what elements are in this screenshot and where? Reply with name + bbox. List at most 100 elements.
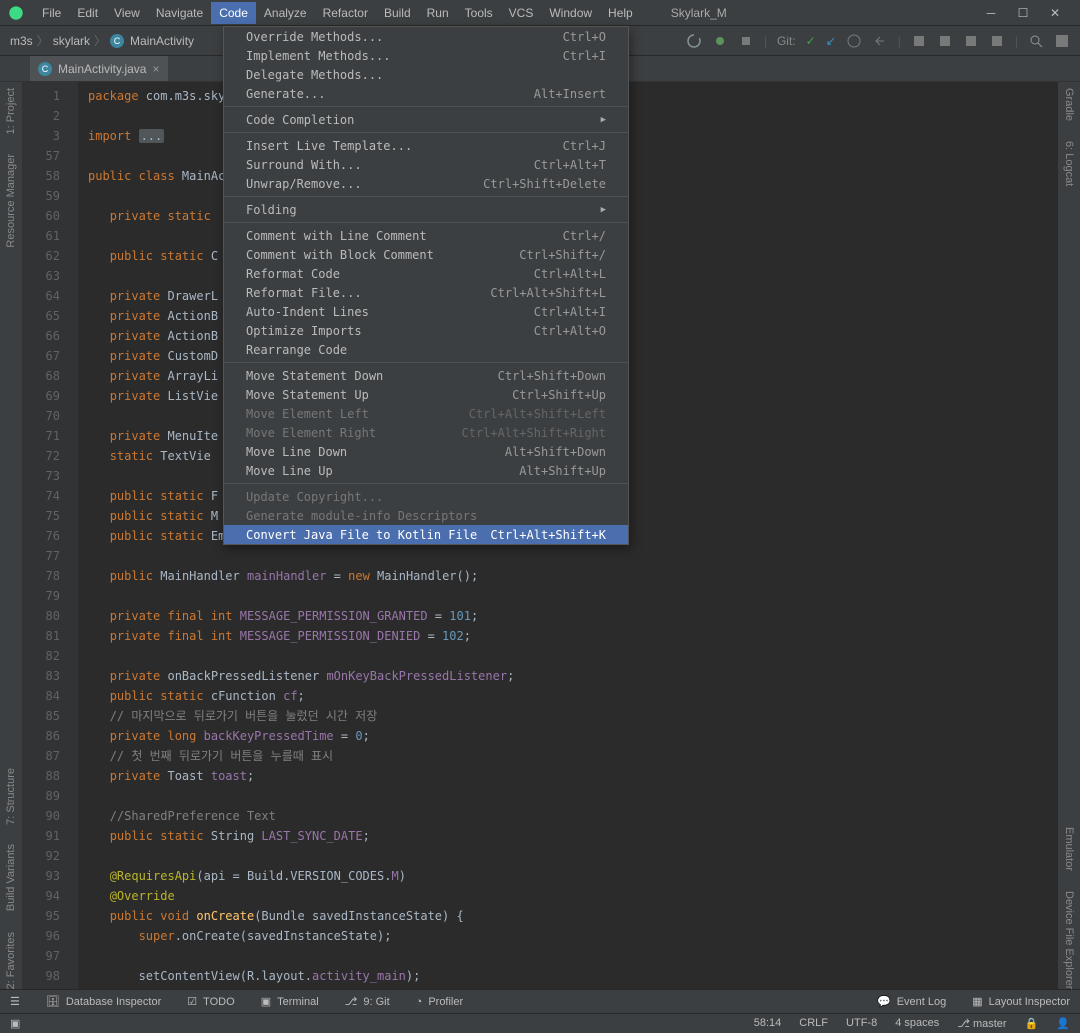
- gutter-line: 67: [22, 346, 60, 366]
- menu-view[interactable]: View: [106, 2, 148, 24]
- profiler-button[interactable]: ◔ Profiler: [416, 996, 464, 1008]
- menu-refactor[interactable]: Refactor: [315, 2, 376, 24]
- maximize-button[interactable]: ☐: [1016, 6, 1030, 20]
- menu-item-move-line-down[interactable]: Move Line DownAlt+Shift+Down: [224, 442, 628, 461]
- menu-help[interactable]: Help: [600, 2, 641, 24]
- event-log-button[interactable]: 💬 Event Log: [877, 995, 946, 1008]
- menu-item-comment-with-line-comment[interactable]: Comment with Line CommentCtrl+/: [224, 226, 628, 245]
- inspection-icon[interactable]: 👤: [1056, 1017, 1070, 1030]
- menu-item-update-copyright: Update Copyright...: [224, 487, 628, 506]
- user-icon[interactable]: [1054, 33, 1070, 49]
- bug-icon[interactable]: [712, 33, 728, 49]
- breadcrumb-class[interactable]: MainActivity: [130, 34, 194, 48]
- left-tool-strip: 1: Project Resource Manager 7: Structure…: [0, 82, 22, 989]
- git-branch[interactable]: ⎇ master: [957, 1017, 1006, 1030]
- menu-item-folding[interactable]: Folding▶: [224, 200, 628, 219]
- menu-build[interactable]: Build: [376, 2, 419, 24]
- gutter-line: 91: [22, 826, 60, 846]
- history-icon[interactable]: [846, 33, 862, 49]
- menu-item-auto-indent-lines[interactable]: Auto-Indent LinesCtrl+Alt+I: [224, 302, 628, 321]
- menu-item-move-statement-up[interactable]: Move Statement UpCtrl+Shift+Up: [224, 385, 628, 404]
- breadcrumb-root[interactable]: m3s: [10, 34, 33, 48]
- menu-item-optimize-imports[interactable]: Optimize ImportsCtrl+Alt+O: [224, 321, 628, 340]
- menu-item-move-line-up[interactable]: Move Line UpAlt+Shift+Up: [224, 461, 628, 480]
- menu-file[interactable]: File: [34, 2, 69, 24]
- menu-edit[interactable]: Edit: [69, 2, 106, 24]
- menubar: FileEditViewNavigateCodeAnalyzeRefactorB…: [0, 0, 1080, 26]
- minimize-button[interactable]: ─: [984, 6, 998, 20]
- todo-button[interactable]: ☑ TODO: [187, 995, 234, 1008]
- gutter-line: 1: [22, 86, 60, 106]
- tab-mainactivity[interactable]: C MainActivity.java ×: [30, 56, 168, 81]
- gutter-line: 90: [22, 806, 60, 826]
- gutter-line: 76: [22, 526, 60, 546]
- class-icon: C: [110, 34, 124, 48]
- gutter-line: 74: [22, 486, 60, 506]
- indent[interactable]: 4 spaces: [895, 1017, 939, 1030]
- side-logcat[interactable]: 6: Logcat: [1063, 141, 1075, 186]
- gutter-line: 69: [22, 386, 60, 406]
- menu-item-surround-with[interactable]: Surround With...Ctrl+Alt+T: [224, 155, 628, 174]
- breadcrumb[interactable]: m3s 〉 skylark 〉 C MainActivity: [10, 32, 194, 49]
- git-update-icon[interactable]: ↙: [826, 34, 836, 48]
- submenu-arrow-icon: ▶: [601, 205, 606, 215]
- menu-item-convert-java-file-to-kotlin-file[interactable]: Convert Java File to Kotlin FileCtrl+Alt…: [224, 525, 628, 544]
- gutter-line: 60: [22, 206, 60, 226]
- menu-navigate[interactable]: Navigate: [148, 2, 211, 24]
- gutter-line: 79: [22, 586, 60, 606]
- sync-icon[interactable]: [686, 33, 702, 49]
- menu-tools[interactable]: Tools: [457, 2, 501, 24]
- avd-icon[interactable]: [911, 33, 927, 49]
- menu-item-rearrange-code[interactable]: Rearrange Code: [224, 340, 628, 359]
- menu-item-reformat-file[interactable]: Reformat File...Ctrl+Alt+Shift+L: [224, 283, 628, 302]
- search-icon[interactable]: [1028, 33, 1044, 49]
- menu-item-override-methods[interactable]: Override Methods...Ctrl+O: [224, 27, 628, 46]
- gutter-line: 96: [22, 926, 60, 946]
- layout-icon[interactable]: [989, 33, 1005, 49]
- line-separator[interactable]: CRLF: [799, 1017, 828, 1030]
- gutter-line: 92: [22, 846, 60, 866]
- breadcrumb-pkg[interactable]: skylark: [53, 34, 90, 48]
- menu-window[interactable]: Window: [541, 2, 600, 24]
- side-device-file-explorer[interactable]: Device File Explorer: [1063, 891, 1075, 989]
- menu-item-unwrap-remove[interactable]: Unwrap/Remove...Ctrl+Shift+Delete: [224, 174, 628, 193]
- menu-item-generate[interactable]: Generate...Alt+Insert: [224, 84, 628, 103]
- side-structure[interactable]: 7: Structure: [5, 768, 17, 825]
- side-gradle[interactable]: Gradle: [1063, 88, 1075, 121]
- menu-item-delegate-methods[interactable]: Delegate Methods...: [224, 65, 628, 84]
- menu-item-comment-with-block-comment[interactable]: Comment with Block CommentCtrl+Shift+/: [224, 245, 628, 264]
- revert-icon[interactable]: [872, 33, 888, 49]
- bottom-menu-icon[interactable]: ☰: [10, 995, 20, 1008]
- db-inspector-button[interactable]: 🗄 Database Inspector: [46, 995, 161, 1008]
- side-emulator[interactable]: Emulator: [1063, 827, 1075, 871]
- menu-run[interactable]: Run: [419, 2, 457, 24]
- close-button[interactable]: ✕: [1048, 6, 1062, 20]
- menu-vcs[interactable]: VCS: [501, 2, 542, 24]
- menu-item-implement-methods[interactable]: Implement Methods...Ctrl+I: [224, 46, 628, 65]
- stop-icon[interactable]: [738, 33, 754, 49]
- menu-item-move-statement-down[interactable]: Move Statement DownCtrl+Shift+Down: [224, 366, 628, 385]
- caret-position[interactable]: 58:14: [754, 1017, 782, 1030]
- side-resource-manager[interactable]: Resource Manager: [5, 154, 17, 248]
- status-icon[interactable]: ▣: [10, 1017, 20, 1030]
- tab-close-icon[interactable]: ×: [152, 62, 159, 76]
- menu-item-code-completion[interactable]: Code Completion▶: [224, 110, 628, 129]
- sdk-icon[interactable]: [937, 33, 953, 49]
- lock-icon[interactable]: 🔒: [1025, 1017, 1039, 1030]
- git-button[interactable]: ⎇ 9: Git: [345, 995, 390, 1008]
- menu-analyze[interactable]: Analyze: [256, 2, 315, 24]
- gutter-line: 71: [22, 426, 60, 446]
- side-build-variants[interactable]: Build Variants: [5, 844, 17, 911]
- menu-code[interactable]: Code: [211, 2, 256, 24]
- tab-label: MainActivity.java: [58, 62, 146, 76]
- side-project[interactable]: 1: Project: [5, 88, 17, 134]
- side-favorites[interactable]: 2: Favorites: [5, 932, 17, 989]
- file-encoding[interactable]: UTF-8: [846, 1017, 877, 1030]
- terminal-button[interactable]: ▣ Terminal: [261, 995, 319, 1008]
- layout-inspector-button[interactable]: ▦ Layout Inspector: [972, 995, 1070, 1008]
- menu-item-insert-live-template[interactable]: Insert Live Template...Ctrl+J: [224, 136, 628, 155]
- gutter-line: 70: [22, 406, 60, 426]
- resource-icon[interactable]: [963, 33, 979, 49]
- git-commit-icon[interactable]: ✓: [806, 34, 816, 48]
- menu-item-reformat-code[interactable]: Reformat CodeCtrl+Alt+L: [224, 264, 628, 283]
